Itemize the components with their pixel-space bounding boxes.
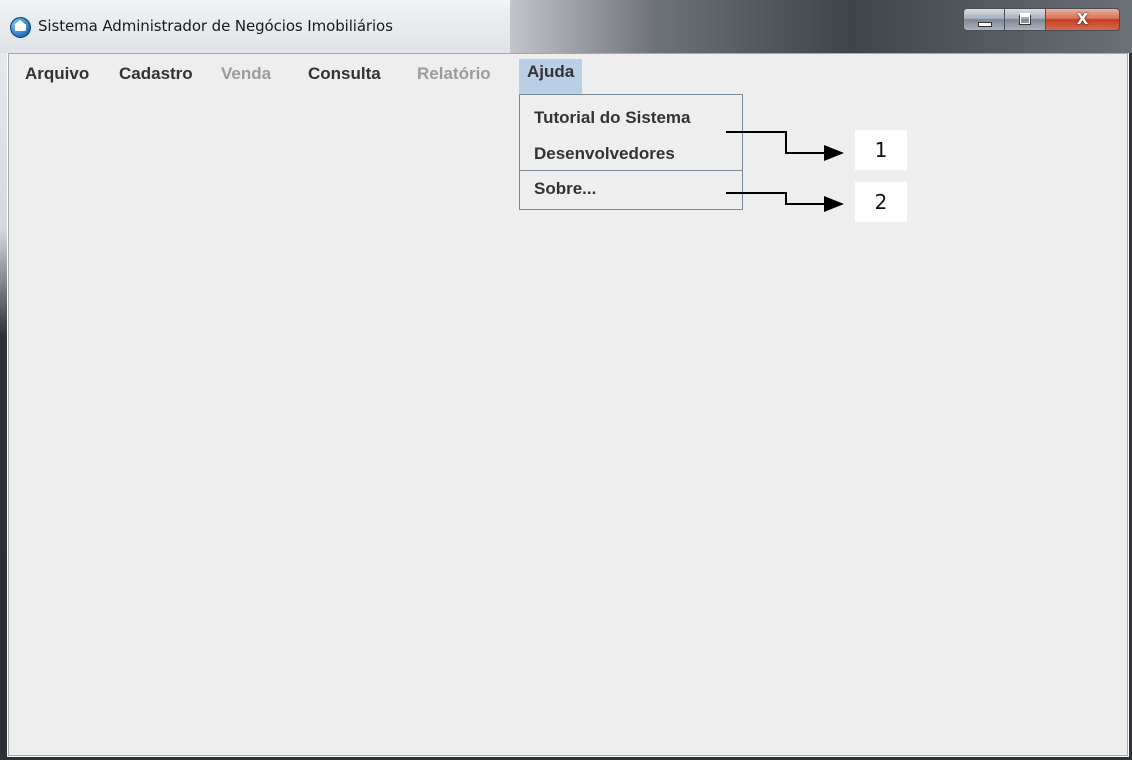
application-window: Sistema Administrador de Negócios Imobil… [0,0,1132,760]
arrow-2 [726,192,844,212]
annotation-arrows [726,131,844,212]
callout-1: 1 [855,130,907,170]
arrow-1 [726,131,844,161]
callout-2: 2 [855,182,907,222]
